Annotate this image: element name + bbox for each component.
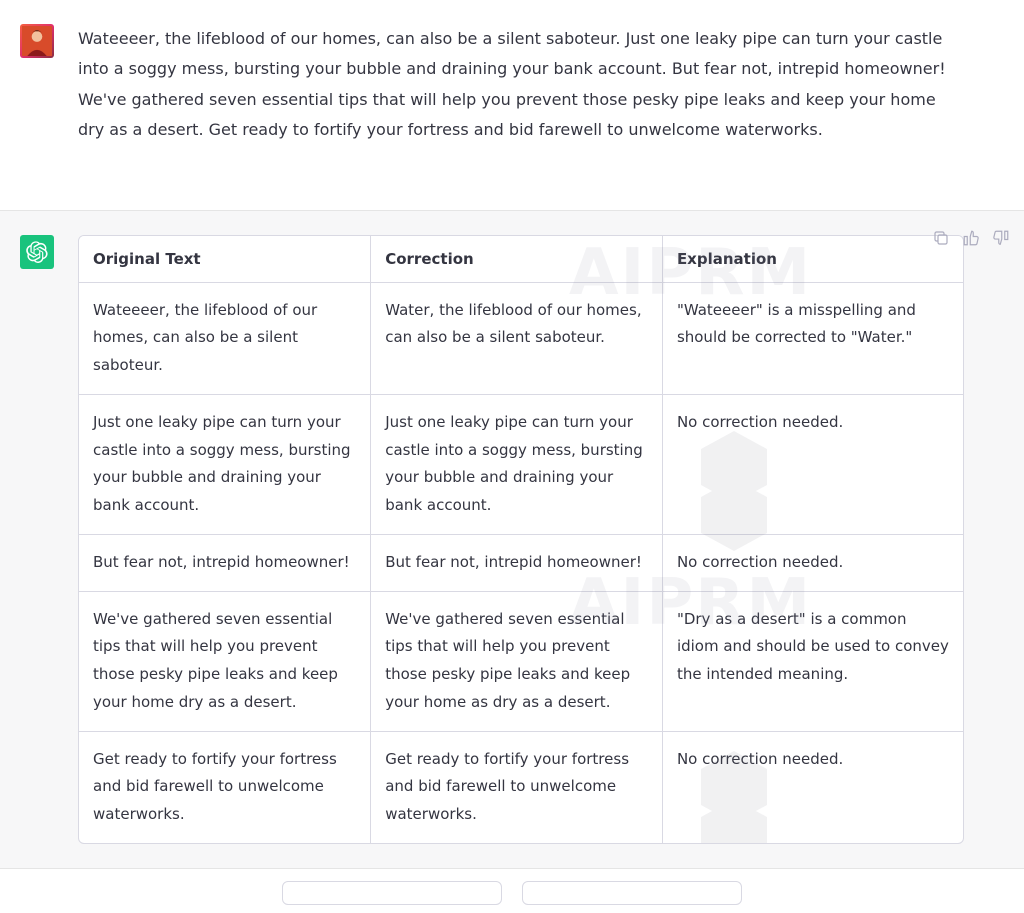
table-row: We've gathered seven essential tips that…: [79, 591, 963, 731]
cell-correction: We've gathered seven essential tips that…: [371, 591, 663, 731]
assistant-avatar: [20, 235, 54, 269]
cell-original: We've gathered seven essential tips that…: [79, 591, 371, 731]
cell-correction: But fear not, intrepid homeowner!: [371, 534, 663, 591]
table-row: Get ready to fortify your fortress and b…: [79, 731, 963, 843]
user-message-row: Wateeeer, the lifeblood of our homes, ca…: [0, 0, 1024, 210]
user-message-content: Wateeeer, the lifeblood of our homes, ca…: [78, 24, 1004, 186]
cell-original: Just one leaky pipe can turn your castle…: [79, 394, 371, 534]
cell-explanation: "Wateeeer" is a misspelling and should b…: [662, 282, 963, 394]
table-header-original: Original Text: [79, 236, 371, 283]
cell-explanation: "Dry as a desert" is a common idiom and …: [662, 591, 963, 731]
table-row: Wateeeer, the lifeblood of our homes, ca…: [79, 282, 963, 394]
cell-explanation: No correction needed.: [662, 731, 963, 843]
cell-explanation: No correction needed.: [662, 534, 963, 591]
user-text: Wateeeer, the lifeblood of our homes, ca…: [78, 24, 964, 186]
table-row: But fear not, intrepid homeowner! But fe…: [79, 534, 963, 591]
assistant-message-content: AIPRM AIPRM Original Text Correction Exp…: [78, 235, 1004, 844]
assistant-message-row: AIPRM AIPRM Original Text Correction Exp…: [0, 210, 1024, 868]
cell-correction: Get ready to fortify your fortress and b…: [371, 731, 663, 843]
correction-table-wrap: AIPRM AIPRM Original Text Correction Exp…: [78, 235, 964, 844]
toolbar-pill[interactable]: [522, 881, 742, 905]
table-row: Just one leaky pipe can turn your castle…: [79, 394, 963, 534]
user-avatar: [20, 24, 54, 58]
cell-correction: Water, the lifeblood of our homes, can a…: [371, 282, 663, 394]
cell-original: Get ready to fortify your fortress and b…: [79, 731, 371, 843]
bottom-toolbar: [0, 868, 1024, 913]
copy-icon[interactable]: [930, 227, 952, 249]
table-header-correction: Correction: [371, 236, 663, 283]
message-actions: [930, 227, 1012, 249]
table-header-explanation: Explanation: [662, 236, 963, 283]
thumbs-down-icon[interactable]: [990, 227, 1012, 249]
cell-explanation: No correction needed.: [662, 394, 963, 534]
cell-correction: Just one leaky pipe can turn your castle…: [371, 394, 663, 534]
toolbar-pill[interactable]: [282, 881, 502, 905]
thumbs-up-icon[interactable]: [960, 227, 982, 249]
cell-original: But fear not, intrepid homeowner!: [79, 534, 371, 591]
cell-original: Wateeeer, the lifeblood of our homes, ca…: [79, 282, 371, 394]
correction-table: Original Text Correction Explanation Wat…: [79, 236, 963, 843]
